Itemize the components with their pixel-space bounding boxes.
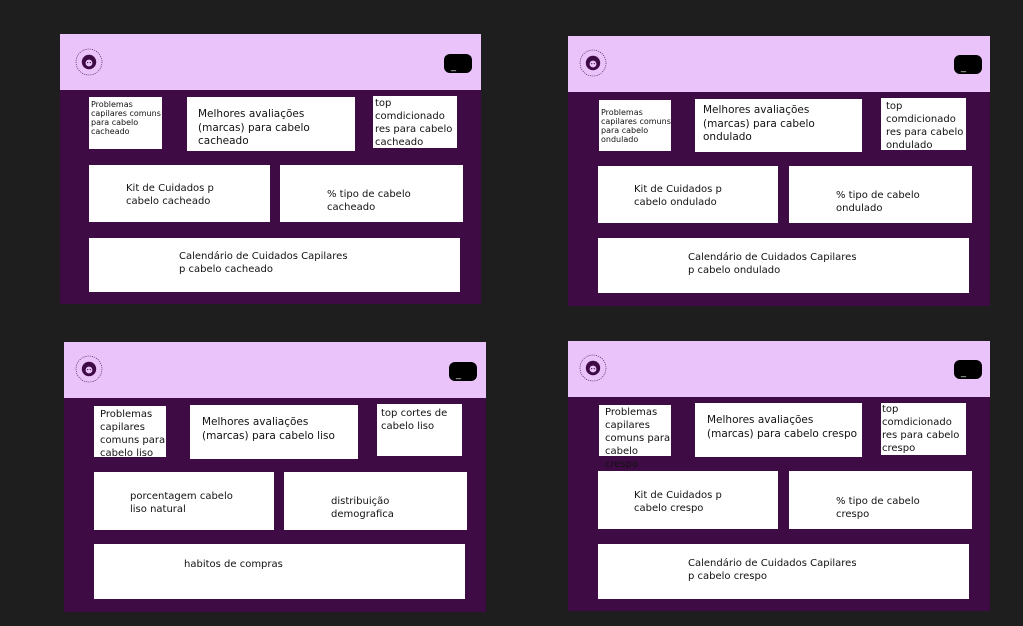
card-care-kit: Kit de Cuidados p cabelo cacheado	[89, 165, 270, 222]
card-best-brand-ratings: Melhores avaliações (marcas) para cabelo…	[190, 405, 358, 459]
header-button[interactable]: _	[444, 54, 472, 73]
header-button[interactable]: _	[954, 55, 982, 74]
card-care-calendar: Calendário de Cuidados Capilares p cabel…	[598, 544, 969, 599]
card-demographic-distribution: distribuição demografica	[284, 472, 467, 530]
card-hair-type-percentage: % tipo de cabelo cacheado	[280, 165, 463, 222]
header-bar: _	[568, 341, 990, 397]
card-top-products: top comdicionado res para cabelo cachead…	[373, 96, 457, 148]
card-common-problems: Problemas capilares comuns para cabelo l…	[94, 406, 166, 459]
card-best-brand-ratings: Melhores avaliações (marcas) para cabelo…	[187, 97, 355, 151]
header-button[interactable]: _	[954, 360, 982, 379]
card-top-products: top comdicionado res para cabelo ondulad…	[881, 98, 966, 151]
card-common-problems: Problemas capilares comuns para cabelo c…	[599, 405, 671, 470]
card-best-brand-ratings: Melhores avaliações (marcas) para cabelo…	[695, 99, 862, 152]
card-care-kit: Kit de Cuidados p cabelo crespo	[598, 471, 778, 529]
card-common-problems: Problemas capilares comuns para cabelo o…	[599, 100, 671, 151]
card-hair-type-percentage: % tipo de cabelo ondulado	[789, 166, 972, 223]
dashboard-frame-crespo: _ Problemas capilares comuns para cabelo…	[568, 341, 990, 611]
header-bar: _	[64, 342, 486, 398]
dashboard-frame-liso: _ Problemas capilares comuns para cabelo…	[64, 342, 486, 612]
dashboard-frame-cacheado: _ Problemas capilares comuns para cabelo…	[60, 34, 481, 304]
brand-logo-icon	[578, 48, 608, 78]
header-button[interactable]: _	[449, 362, 477, 381]
brand-logo-icon	[74, 354, 104, 384]
card-common-problems: Problemas capilares comuns para cabelo c…	[89, 97, 162, 149]
card-care-calendar: Calendário de Cuidados Capilares p cabel…	[89, 238, 460, 292]
header-bar: _	[60, 34, 481, 90]
dashboard-frame-ondulado: _ Problemas capilares comuns para cabelo…	[568, 36, 990, 306]
card-natural-straight-percentage: porcentagem cabelo liso natural	[94, 472, 274, 530]
card-buying-habits: habitos de compras	[94, 544, 465, 599]
brand-logo-icon	[578, 353, 608, 383]
card-top-products: top comdicionado res para cabelo crespo	[881, 403, 966, 455]
header-bar: _	[568, 36, 990, 92]
card-hair-type-percentage: % tipo de cabelo crespo	[789, 471, 972, 529]
brand-logo-icon	[74, 47, 104, 77]
card-top-cuts: top cortes de cabelo liso	[377, 404, 462, 456]
card-care-calendar: Calendário de Cuidados Capilares p cabel…	[598, 238, 969, 293]
card-best-brand-ratings: Melhores avaliações (marcas) para cabelo…	[695, 403, 862, 457]
card-care-kit: Kit de Cuidados p cabelo ondulado	[598, 166, 778, 223]
